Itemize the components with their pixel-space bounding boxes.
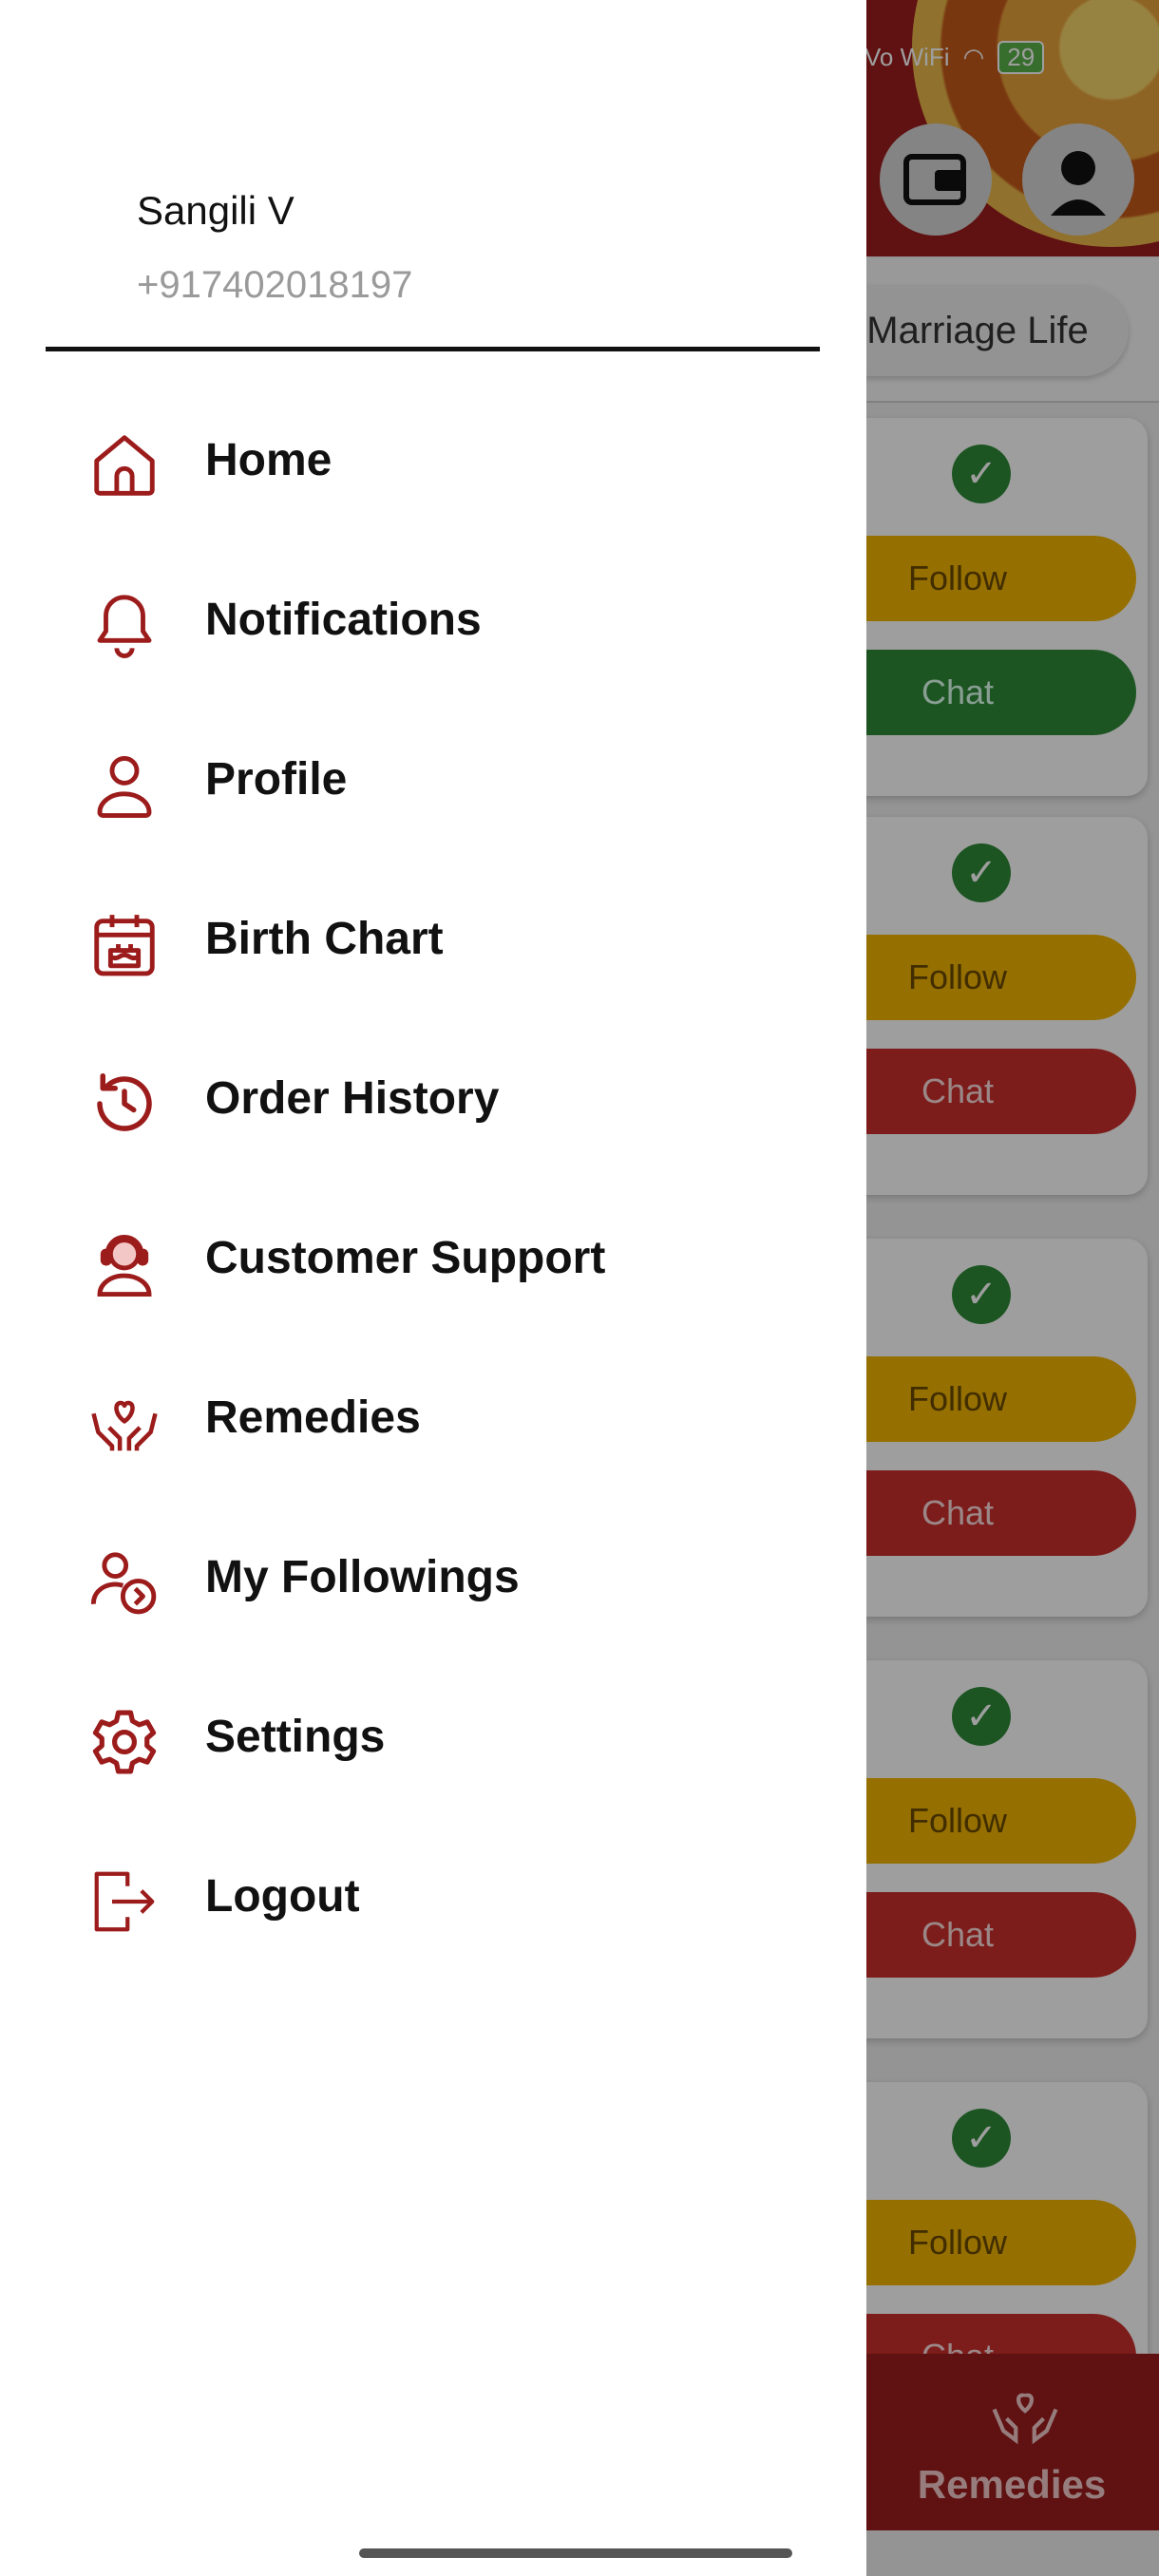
menu-item-label: Order History [205,1073,500,1124]
menu-item-label: Birth Chart [205,914,444,964]
navigation-drawer: Sangili V +917402018197 Home Notificatio… [0,0,866,2576]
user-phone: +917402018197 [137,264,413,306]
menu-item-label: Remedies [205,1392,421,1443]
menu-item-birth-chart[interactable]: Birth Chart [0,878,866,1001]
hands-heart-icon [82,1380,167,1466]
bell-icon [82,582,167,668]
header-divider [46,347,820,351]
home-indicator[interactable] [359,2548,792,2558]
menu-item-my-followings[interactable]: My Followings [0,1516,866,1639]
menu-item-customer-support[interactable]: Customer Support [0,1197,866,1320]
gear-icon [82,1699,167,1785]
headset-agent-icon [82,1221,167,1306]
menu-item-label: Customer Support [205,1233,606,1283]
menu-item-order-history[interactable]: Order History [0,1037,866,1161]
menu-item-logout[interactable]: Logout [0,1835,866,1959]
user-arrow-icon [82,1540,167,1625]
menu-item-label: Settings [205,1712,386,1762]
menu-item-notifications[interactable]: Notifications [0,559,866,682]
menu-item-home[interactable]: Home [0,399,866,522]
user-icon [82,742,167,827]
menu-item-label: My Followings [205,1552,520,1602]
menu-item-label: Logout [205,1871,360,1922]
menu-item-profile[interactable]: Profile [0,718,866,842]
home-icon [82,423,167,508]
menu-item-settings[interactable]: Settings [0,1676,866,1799]
menu-item-remedies[interactable]: Remedies [0,1356,866,1480]
menu-item-label: Notifications [205,595,482,645]
history-icon [82,1061,167,1146]
calendar-cake-icon [82,901,167,987]
user-name: Sangili V [137,188,294,233]
logout-icon [82,1859,167,1944]
menu-item-label: Home [205,435,332,485]
menu-item-label: Profile [205,754,348,805]
